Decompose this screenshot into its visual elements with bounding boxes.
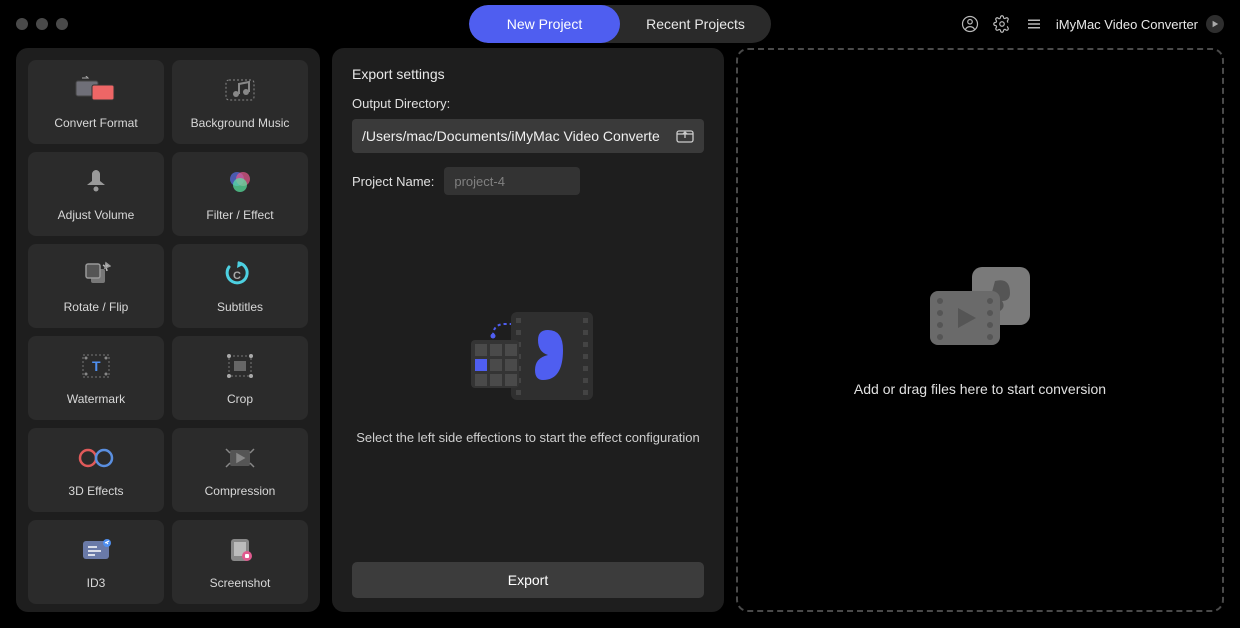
- sidebar-item-id3[interactable]: ID3: [28, 520, 164, 604]
- effect-config-illustration: [453, 300, 603, 410]
- screenshot-icon: [225, 534, 255, 566]
- sidebar-item-compression[interactable]: Compression: [172, 428, 308, 512]
- id3-icon: [79, 534, 113, 566]
- music-icon: [222, 74, 258, 106]
- output-directory-label: Output Directory:: [352, 96, 704, 111]
- filter-icon: [225, 166, 255, 198]
- titlebar: New Project Recent Projects iMyMac Video…: [0, 0, 1240, 48]
- export-button[interactable]: Export: [352, 562, 704, 598]
- effect-label: Watermark: [67, 392, 125, 406]
- project-name-input[interactable]: [444, 167, 580, 195]
- watermark-icon: T: [80, 350, 112, 382]
- export-center-art: Select the left side effections to start…: [352, 195, 704, 552]
- app-name: iMyMac Video Converter: [1056, 17, 1198, 32]
- sidebar-item-crop[interactable]: Crop: [172, 336, 308, 420]
- maximize-window-button[interactable]: [56, 18, 68, 30]
- compression-icon: [222, 442, 258, 474]
- sidebar-item-watermark[interactable]: T Watermark: [28, 336, 164, 420]
- sidebar-item-background-music[interactable]: Background Music: [172, 60, 308, 144]
- output-directory-field[interactable]: /Users/mac/Documents/iMyMac Video Conver…: [352, 119, 704, 153]
- sidebar-item-3d-effects[interactable]: 3D Effects: [28, 428, 164, 512]
- effect-label: Crop: [227, 392, 253, 406]
- effect-label: Background Music: [191, 116, 290, 130]
- settings-icon[interactable]: [992, 14, 1012, 34]
- effect-label: Screenshot: [210, 576, 271, 590]
- volume-icon: [81, 166, 111, 198]
- export-button-label: Export: [508, 572, 548, 588]
- output-directory-path: /Users/mac/Documents/iMyMac Video Conver…: [362, 128, 676, 144]
- effect-label: Subtitles: [217, 300, 263, 314]
- window-controls: [16, 18, 68, 30]
- 3d-icon: [77, 442, 115, 474]
- effect-label: Compression: [205, 484, 276, 498]
- dropzone-illustration: [920, 263, 1040, 353]
- app-brand: iMyMac Video Converter: [1056, 15, 1224, 33]
- effect-label: ID3: [87, 576, 106, 590]
- titlebar-right: iMyMac Video Converter: [960, 14, 1224, 34]
- project-tabs: New Project Recent Projects: [469, 5, 771, 43]
- tab-label: Recent Projects: [646, 16, 745, 32]
- subtitles-icon: C: [223, 258, 257, 290]
- effects-sidebar: Convert Format Background Music Adjust V…: [16, 48, 320, 612]
- crop-icon: [224, 350, 256, 382]
- folder-icon[interactable]: [676, 128, 694, 144]
- sidebar-item-rotate-flip[interactable]: Rotate / Flip: [28, 244, 164, 328]
- close-window-button[interactable]: [16, 18, 28, 30]
- effects-grid: Convert Format Background Music Adjust V…: [28, 60, 308, 604]
- rotate-icon: [81, 258, 111, 290]
- effect-label: Convert Format: [54, 116, 137, 130]
- effect-label: 3D Effects: [68, 484, 123, 498]
- effect-label: Rotate / Flip: [64, 300, 129, 314]
- workspace: Convert Format Background Music Adjust V…: [0, 48, 1240, 628]
- sidebar-item-subtitles[interactable]: C Subtitles: [172, 244, 308, 328]
- export-heading: Export settings: [352, 66, 704, 82]
- play-icon: [1206, 15, 1224, 33]
- effect-label: Filter / Effect: [206, 208, 273, 222]
- menu-icon[interactable]: [1024, 14, 1044, 34]
- minimize-window-button[interactable]: [36, 18, 48, 30]
- tab-recent-projects[interactable]: Recent Projects: [620, 5, 771, 43]
- effect-label: Adjust Volume: [58, 208, 135, 222]
- svg-text:T: T: [92, 358, 101, 374]
- sidebar-item-filter-effect[interactable]: Filter / Effect: [172, 152, 308, 236]
- convert-format-icon: [74, 74, 118, 106]
- export-hint-text: Select the left side effections to start…: [356, 428, 700, 448]
- svg-text:C: C: [233, 270, 241, 282]
- file-dropzone[interactable]: Add or drag files here to start conversi…: [736, 48, 1224, 612]
- account-icon[interactable]: [960, 14, 980, 34]
- tab-label: New Project: [507, 16, 582, 32]
- project-name-label: Project Name:: [352, 174, 434, 189]
- sidebar-item-screenshot[interactable]: Screenshot: [172, 520, 308, 604]
- sidebar-item-adjust-volume[interactable]: Adjust Volume: [28, 152, 164, 236]
- export-panel: Export settings Output Directory: /Users…: [332, 48, 724, 612]
- tab-new-project[interactable]: New Project: [469, 5, 620, 43]
- sidebar-item-convert-format[interactable]: Convert Format: [28, 60, 164, 144]
- project-name-row: Project Name:: [352, 167, 704, 195]
- dropzone-hint: Add or drag files here to start conversi…: [854, 381, 1106, 397]
